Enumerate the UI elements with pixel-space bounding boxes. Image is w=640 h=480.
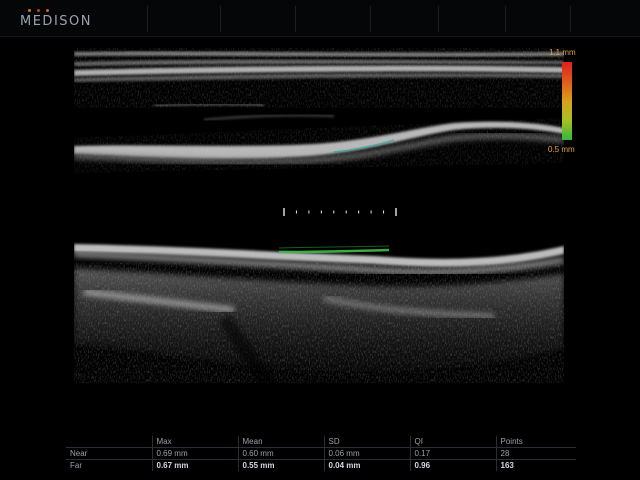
column-header: Points xyxy=(495,436,576,448)
ultrasound-screen: MEDISON 1.1 mm 0.5 mm Max Mean SD QI Poi… xyxy=(0,0,640,480)
max-value: 0.67 mm xyxy=(151,459,238,471)
mean-value: 0.60 mm xyxy=(237,447,324,460)
header-divider xyxy=(220,6,221,32)
brand-logo: MEDISON xyxy=(20,14,92,29)
header-divider xyxy=(147,6,148,32)
thickness-color-scale xyxy=(562,62,572,140)
column-header xyxy=(66,436,152,448)
sd-value: 0.04 mm xyxy=(323,459,410,471)
brand-dot xyxy=(28,9,31,12)
vessel-near-wall xyxy=(74,118,564,173)
points-value: 163 xyxy=(495,459,576,471)
scale-max-label: 1.1 mm xyxy=(549,48,576,57)
header-divider xyxy=(295,6,296,32)
mean-value: 0.55 mm xyxy=(237,459,324,471)
brand-dot xyxy=(46,9,49,12)
brand-dots xyxy=(28,9,49,12)
row-label: Far xyxy=(70,461,82,470)
header-bar: MEDISON xyxy=(0,0,640,37)
ultrasound-image[interactable] xyxy=(74,48,564,428)
imt-trace xyxy=(278,248,390,254)
column-header: SD xyxy=(323,436,410,448)
far-field-tissue xyxy=(74,263,564,412)
qi-value: 0.17 xyxy=(409,447,496,460)
scale-min-label: 0.5 mm xyxy=(548,145,575,154)
column-header: Max xyxy=(151,436,238,448)
header-divider xyxy=(505,6,506,32)
sd-value: 0.06 mm xyxy=(323,447,410,460)
caliper-marker[interactable] xyxy=(283,208,397,216)
column-header: QI xyxy=(409,436,496,448)
table-header-row: Max Mean SD QI Points xyxy=(66,436,576,448)
column-header: Mean xyxy=(237,436,324,448)
header-divider xyxy=(370,6,371,32)
table-row: Far 0.67 mm 0.55 mm 0.04 mm 0.96 163 xyxy=(66,459,576,471)
brand-dot xyxy=(37,9,40,12)
points-value: 28 xyxy=(495,447,576,460)
header-divider xyxy=(570,6,571,32)
near-field-tissue xyxy=(74,48,564,121)
qi-value: 0.96 xyxy=(409,459,496,471)
row-label: Near xyxy=(66,447,152,460)
header-divider xyxy=(438,6,439,32)
imt-measurement-table: Max Mean SD QI Points Near 0.69 mm 0.60 … xyxy=(66,436,576,471)
max-value: 0.69 mm xyxy=(151,447,238,460)
table-row: Near 0.69 mm 0.60 mm 0.06 mm 0.17 28 xyxy=(66,447,576,460)
